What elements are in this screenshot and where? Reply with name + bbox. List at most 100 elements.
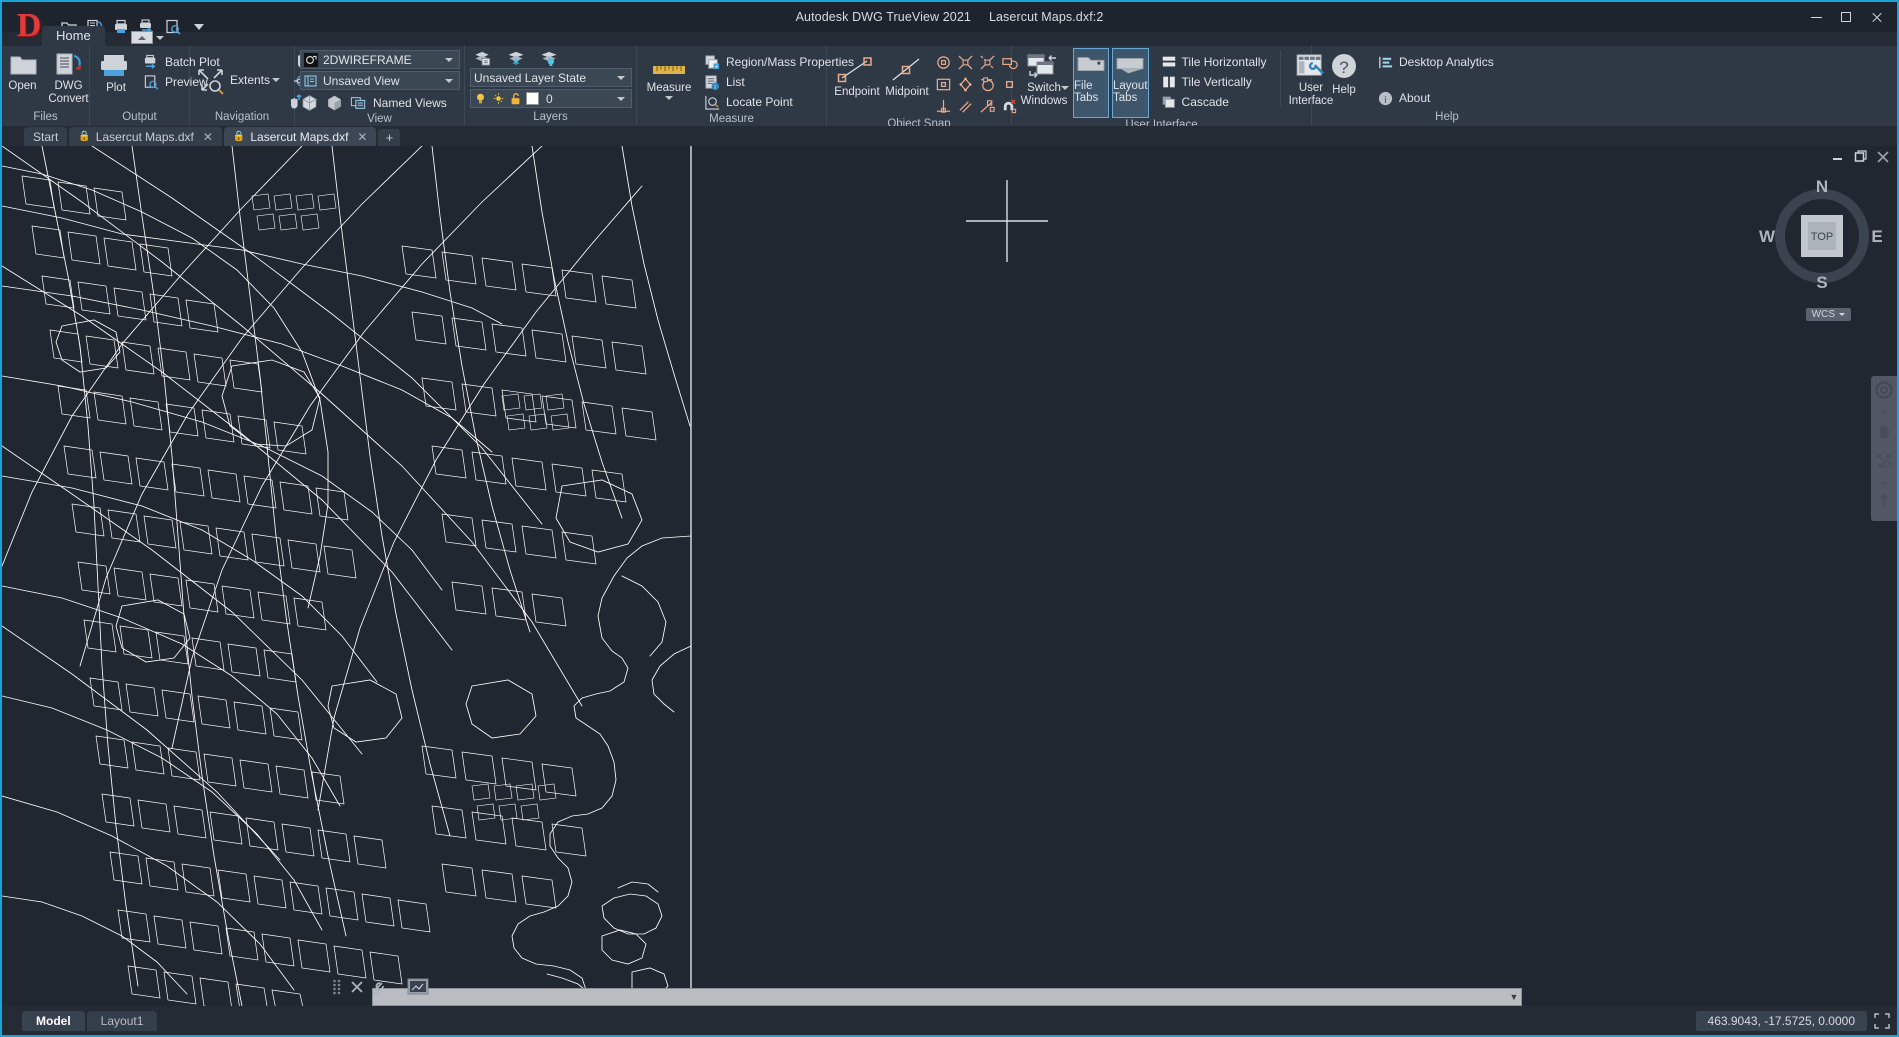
list-label: List [726, 75, 745, 89]
osnap-apparent-intersection-button[interactable] [977, 52, 998, 73]
view-name-chevron-down-icon[interactable] [445, 78, 453, 83]
lightbulb-icon[interactable] [474, 92, 487, 106]
shaded-box-icon[interactable] [325, 94, 344, 112]
open-button[interactable]: Open [2, 50, 45, 93]
wcs-selector[interactable]: WCS [1805, 308, 1851, 321]
osnap-endpoint-button[interactable]: Endpoint [833, 50, 881, 99]
file-tab-lasercut-1[interactable]: 🔒 Lasercut Maps.dxf ✕ [69, 127, 222, 146]
layout-tab-layout1[interactable]: Layout1 [86, 1010, 158, 1031]
visual-style-chevron-down-icon[interactable] [445, 57, 453, 62]
overflow-icon[interactable] [190, 18, 208, 36]
visual-style-combo[interactable]: 2DWIREFRAME [300, 50, 460, 69]
viewcube-west-label: W [1759, 227, 1776, 246]
close-icon[interactable]: ✕ [203, 130, 213, 144]
ribbon-minimize-icon [130, 31, 153, 44]
steering-wheel-chevron-down-icon[interactable] [1880, 411, 1888, 415]
wrench-icon[interactable] [371, 979, 386, 999]
steering-wheel-icon[interactable] [1875, 381, 1893, 404]
named-views-label[interactable]: Named Views [373, 96, 447, 110]
viewport-minimize-button[interactable] [1832, 151, 1844, 163]
viewport-restore-button[interactable] [1854, 150, 1867, 163]
osnap-midpoint-button[interactable]: Midpoint [883, 50, 931, 99]
extents-label[interactable]: Extents [230, 73, 270, 87]
measure-chevron-down-icon[interactable] [665, 95, 673, 100]
osnap-center-button[interactable] [933, 52, 954, 73]
osnap-quadrant-button[interactable] [955, 74, 976, 95]
close-x-icon[interactable] [350, 980, 364, 999]
ribbon-display-options[interactable] [130, 31, 164, 44]
osnap-perpendicular-button[interactable] [933, 96, 954, 117]
tab-home[interactable]: Home [42, 26, 105, 46]
view-cube[interactable]: TOP N S W E [1757, 176, 1887, 306]
unlock-icon[interactable] [510, 92, 521, 106]
layout-tabs-toggle[interactable]: Layout Tabs [1112, 48, 1149, 118]
layer-state-chevron-down-icon[interactable] [617, 75, 625, 80]
layer-color-swatch[interactable] [526, 92, 539, 105]
plot-button[interactable]: Plot [94, 50, 138, 95]
zoom-extents-icon[interactable] [194, 65, 228, 95]
command-scrollbar[interactable]: ▼ [372, 988, 1522, 1006]
file-tabs-toggle[interactable]: File Tabs [1073, 48, 1109, 118]
cascade-label: Cascade [1181, 95, 1229, 109]
layout-tab-model[interactable]: Model [22, 1010, 85, 1031]
osnap-intersection-button[interactable] [955, 52, 976, 73]
viewcube-north-label: N [1816, 177, 1828, 196]
osnap-parallel-button[interactable] [955, 96, 976, 117]
named-view-icon [304, 74, 317, 87]
viewport-icon[interactable] [407, 978, 429, 1000]
maximize-button[interactable] [1831, 4, 1861, 30]
file-tab-start[interactable]: Start [24, 127, 68, 146]
tile-vertically-button[interactable]: Tile Vertically [1156, 72, 1272, 92]
coordinate-readout[interactable]: 463.9043, -17.5725, 0.0000 [1695, 1010, 1867, 1031]
region-mass-icon: + [705, 54, 720, 70]
switch-windows-chevron-down-icon[interactable] [1061, 86, 1069, 90]
panel-measure: Measure + Region/Mass Properties i List [637, 46, 854, 126]
osnap-midpoint-icon [892, 58, 920, 81]
viewcube-south-label: S [1816, 273, 1827, 292]
dwg-convert-button[interactable]: DWG Convert [47, 50, 91, 105]
about-button[interactable]: i About [1372, 88, 1499, 108]
cascade-button[interactable]: Cascade [1156, 92, 1272, 112]
zoom-chevron-down-icon[interactable] [1880, 482, 1888, 486]
extents-chevron-down-icon[interactable] [272, 78, 281, 82]
layer-freeze-icon[interactable] [506, 50, 526, 67]
osnap-node-button[interactable] [933, 74, 954, 95]
zoom-extents-icon[interactable] [1875, 452, 1893, 475]
drawing-canvas[interactable]: TOP N S W E WCS ▼ [2, 146, 1897, 1006]
layer-state-combo[interactable]: Unsaved Layer State [470, 68, 632, 87]
fullscreen-icon[interactable] [1873, 1012, 1891, 1030]
close-button[interactable] [1861, 4, 1891, 30]
close-icon[interactable]: ✕ [357, 130, 367, 144]
viewport-close-button[interactable] [1877, 150, 1889, 163]
orbit-icon[interactable] [1875, 493, 1893, 516]
desktop-analytics-button[interactable]: Desktop Analytics [1372, 52, 1499, 72]
scroll-right-icon[interactable]: ▼ [1507, 990, 1521, 1004]
help-button[interactable]: ? Help [1322, 50, 1366, 97]
view-name-combo[interactable]: Unsaved View [300, 71, 460, 90]
map-drawing [2, 146, 692, 1006]
osnap-nearest-button[interactable] [977, 96, 998, 117]
new-tab-button[interactable]: + [378, 129, 401, 146]
osnap-tangent-button[interactable] [977, 74, 998, 95]
osnap-parallel-icon [959, 101, 972, 113]
tile-horizontally-button[interactable]: Tile Horizontally [1156, 52, 1272, 72]
current-layer-chevron-down-icon[interactable] [617, 96, 625, 101]
info-icon: i [1378, 91, 1393, 105]
tile-vertical-icon [1162, 76, 1175, 88]
minimize-button[interactable] [1801, 4, 1831, 30]
box-isometric-icon[interactable] [300, 94, 319, 112]
file-tabs-icon [1077, 57, 1105, 72]
layer-on-off-icon[interactable] [539, 50, 559, 67]
viewcube-top-label: TOP [1811, 231, 1833, 243]
current-layer-combo[interactable]: 0 [470, 89, 632, 108]
switch-windows-button[interactable]: Switch Windows [1018, 50, 1070, 107]
sun-icon[interactable] [492, 92, 505, 106]
measure-button[interactable]: Measure [643, 50, 695, 100]
named-views-icon[interactable] [350, 95, 367, 111]
osnap-nearest-icon [980, 100, 995, 113]
move-grip-icon[interactable] [332, 979, 343, 1000]
file-tab-lasercut-2[interactable]: 🔒 Lasercut Maps.dxf ✕ [223, 127, 377, 146]
layer-properties-icon[interactable] [473, 50, 493, 67]
preview-icon[interactable] [164, 18, 182, 36]
pan-hand-icon[interactable] [1875, 422, 1893, 445]
